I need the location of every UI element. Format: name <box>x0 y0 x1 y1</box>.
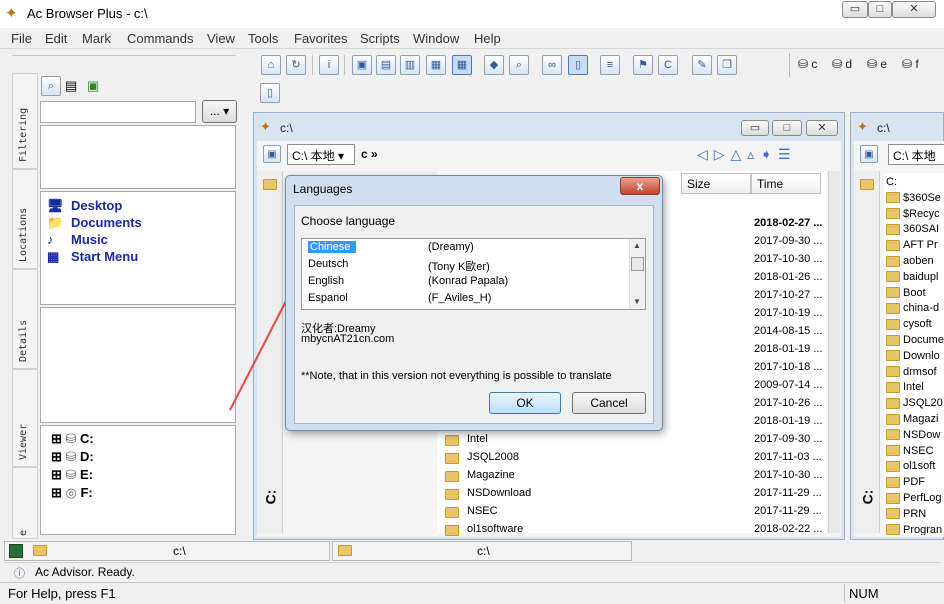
language-row-english[interactable]: English (Konrad Papala) <box>308 275 508 287</box>
language-list[interactable]: Chinese (Dreamy) Deutsch (Tony K歐er) Engli… <box>301 238 646 310</box>
ok-button[interactable]: OK <box>489 392 561 414</box>
view-toggle-icon[interactable] <box>9 544 23 558</box>
num-lock-indicator: NUM <box>844 584 890 603</box>
status-bar: For Help, press F1 NUM <box>0 582 944 604</box>
folder-icon <box>33 545 47 556</box>
right-path-bar[interactable]: c:\ <box>332 541 632 561</box>
advisor-status: Ac Advisor. Ready. <box>35 565 135 579</box>
advisor-bar: ⓘ Ac Advisor. Ready. <box>4 562 940 581</box>
left-path-label: c:\ <box>173 544 186 558</box>
folder-icon <box>338 545 352 556</box>
info-icon: ⓘ <box>14 568 25 580</box>
choose-language-label: Choose language <box>301 214 396 228</box>
dialog-close-button[interactable]: x <box>620 177 660 195</box>
dialog-body: Choose language Chinese (Dreamy) Deutsch(… <box>294 205 654 424</box>
language-row-espanol[interactable]: Espanol (F_Aviles_H) <box>308 292 491 304</box>
scroll-up-icon[interactable]: ▲ <box>633 241 641 250</box>
left-path-bar[interactable]: c:\ <box>4 541 330 561</box>
scroll-thumb[interactable] <box>631 257 644 271</box>
help-hint: For Help, press F1 <box>8 586 116 601</box>
translation-note: **Note, that in this version not everyth… <box>301 370 612 382</box>
cancel-button[interactable]: Cancel <box>572 392 646 414</box>
translator-email: mbycnAT21cn.com <box>301 333 395 345</box>
languages-dialog: Languages x Choose language Chinese (Drea… <box>285 175 663 431</box>
scroll-down-icon[interactable]: ▼ <box>633 297 641 306</box>
right-path-label: c:\ <box>477 544 490 558</box>
language-row-deutsch[interactable]: Deutsch (Tony K歐er) <box>308 258 490 273</box>
dialog-title: Languages <box>293 182 353 196</box>
language-row-chinese[interactable]: Chinese (Dreamy) <box>308 241 474 253</box>
language-scrollbar[interactable]: ▲ ▼ <box>629 239 645 309</box>
